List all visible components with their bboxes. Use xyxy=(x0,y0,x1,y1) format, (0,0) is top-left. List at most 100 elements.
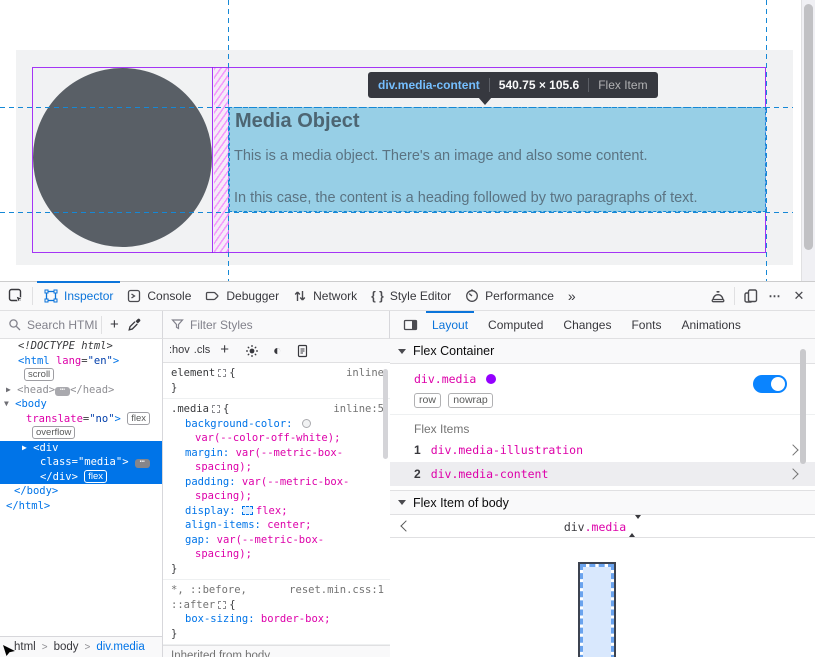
highlight-selector-icon[interactable] xyxy=(218,369,226,377)
highlight-selector-icon[interactable] xyxy=(212,405,220,413)
infobar-separator xyxy=(489,78,490,92)
flex-badge[interactable]: flex xyxy=(84,470,107,483)
node-html[interactable]: <html lang="en"> xyxy=(0,354,162,369)
selected-node-div-media[interactable]: ▶ <div class="media"> ⋯ </div> flex xyxy=(0,441,162,485)
declaration-align-items[interactable]: align-items: center; xyxy=(171,518,384,533)
light-theme-sim-icon[interactable] xyxy=(245,344,259,358)
dark-theme-sim-icon[interactable]: ◐ xyxy=(273,343,281,358)
more-tabs-button[interactable]: » xyxy=(561,282,583,311)
add-rule-button[interactable]: + xyxy=(214,343,235,358)
inspector-icon xyxy=(44,289,58,303)
flex-wrap-badge: nowrap xyxy=(448,393,492,408)
class-toggle-button[interactable]: .cls xyxy=(194,343,211,358)
node-body[interactable]: ▼ <body xyxy=(0,397,162,412)
layout-scrollbar-thumb[interactable] xyxy=(800,349,806,464)
sidebar-toggle-button[interactable] xyxy=(398,313,422,337)
pseudo-class-button[interactable]: :hov xyxy=(169,343,190,358)
flex-overlay-toggle[interactable] xyxy=(753,375,787,393)
tab-performance[interactable]: Performance xyxy=(458,282,561,311)
rule-media[interactable]: .media{ inline:5 background-color: var(-… xyxy=(163,399,390,580)
markup-search-bar: + xyxy=(0,311,163,339)
declaration-margin[interactable]: margin: var(--metric-box-spacing); xyxy=(171,446,384,475)
flex-item-row-2[interactable]: 2 div.media-content xyxy=(390,462,815,486)
responsive-design-mode-button[interactable] xyxy=(739,284,763,308)
add-node-button[interactable]: + xyxy=(106,316,123,333)
pick-element-button[interactable] xyxy=(4,284,28,308)
highlight-selector-icon[interactable] xyxy=(218,601,226,609)
search-html-input[interactable] xyxy=(27,318,97,332)
breadcrumb-div-media[interactable]: div.media xyxy=(96,641,144,653)
tab-label: Animations xyxy=(681,318,740,332)
color-swatch[interactable] xyxy=(302,419,311,428)
flex-container-section-header[interactable]: Flex Container xyxy=(390,339,815,364)
meatball-menu-button[interactable]: ⋯ xyxy=(763,284,787,308)
node-head[interactable]: ▶ <head>⋯</head> xyxy=(0,383,162,398)
rule-reset[interactable]: *, ::before, reset.min.css:1 ::after{ bo… xyxy=(163,580,390,645)
rule-element-style[interactable]: element{ inline } xyxy=(163,363,390,399)
tab-layout[interactable]: Layout xyxy=(422,311,478,339)
page-scrollbar[interactable] xyxy=(801,0,815,281)
rule-source-link[interactable]: reset.min.css:1 xyxy=(289,583,384,598)
rules-view: :hov .cls + ◐ element{ inline } .media{ … xyxy=(163,339,390,657)
flex-item-nav-row: div.media xyxy=(390,515,815,538)
tab-animations[interactable]: Animations xyxy=(671,311,750,339)
overlay-color-swatch[interactable] xyxy=(486,374,496,384)
tab-changes[interactable]: Changes xyxy=(553,311,621,339)
declaration-gap[interactable]: gap: var(--metric-box-spacing); xyxy=(171,533,384,562)
chevron-right-icon[interactable] xyxy=(787,444,798,455)
toolbar-divider xyxy=(101,316,102,334)
tab-inspector[interactable]: Inspector xyxy=(37,282,120,311)
sort-arrows-icon[interactable] xyxy=(629,519,641,533)
close-devtools-button[interactable]: ✕ xyxy=(787,284,811,308)
tab-label: Inspector xyxy=(64,289,113,303)
declaration-display[interactable]: display: flex; xyxy=(171,504,384,519)
ellipsis-badge[interactable]: ⋯ xyxy=(55,387,70,396)
rule-source-link[interactable]: inline xyxy=(346,366,384,381)
tab-label: Changes xyxy=(563,318,611,332)
guide-line-horizontal-bottom xyxy=(0,212,793,213)
flex-item-row-1[interactable]: 1 div.media-illustration xyxy=(390,438,815,462)
declaration-padding[interactable]: padding: var(--metric-box-spacing); xyxy=(171,475,384,504)
flex-badge[interactable]: flex xyxy=(127,412,150,425)
flex-direction-badge: row xyxy=(414,393,441,408)
mouse-cursor xyxy=(2,645,16,656)
section-title: Flex Container xyxy=(413,344,494,358)
toggle-knob xyxy=(771,377,785,391)
filter-styles-input[interactable] xyxy=(190,318,310,332)
node-body-attrs[interactable]: translate="no"> flex xyxy=(0,412,162,427)
declaration-background-color[interactable]: background-color: var(--color-off-white)… xyxy=(171,417,384,446)
rules-scrollbar-thumb[interactable] xyxy=(383,369,388,459)
flex-item-nav-selector[interactable]: div.media xyxy=(390,519,815,534)
eyedropper-icon[interactable] xyxy=(127,317,142,332)
tab-console[interactable]: Console xyxy=(120,282,198,311)
tab-fonts[interactable]: Fonts xyxy=(621,311,671,339)
flex-highlighter-toggle-icon[interactable] xyxy=(242,506,253,515)
infobar-separator xyxy=(588,78,589,92)
print-sim-icon[interactable] xyxy=(296,344,309,358)
breadcrumb-html[interactable]: html xyxy=(14,641,36,653)
tab-debugger[interactable]: Debugger xyxy=(198,282,286,311)
tab-computed[interactable]: Computed xyxy=(478,311,553,339)
overflow-badge[interactable]: overflow xyxy=(32,426,75,439)
rule-source-link[interactable]: inline:5 xyxy=(333,402,384,417)
expand-icon: ▶ xyxy=(22,443,27,452)
tab-label: Network xyxy=(313,289,357,303)
node-doctype: <!DOCTYPE html> xyxy=(0,339,162,354)
declaration-box-sizing[interactable]: box-sizing: border-box; xyxy=(171,612,384,627)
tab-style-editor[interactable]: { } Style Editor xyxy=(364,282,458,311)
style-editor-icon: { } xyxy=(371,289,384,303)
flex-container-selector[interactable]: div.media xyxy=(414,372,476,386)
tab-network[interactable]: Network xyxy=(286,282,364,311)
page-scrollbar-thumb[interactable] xyxy=(804,4,813,250)
ellipsis-badge[interactable]: ⋯ xyxy=(135,459,150,468)
chevron-right-icon[interactable] xyxy=(787,468,798,479)
flex-item-number: 1 xyxy=(414,443,421,457)
active-tab-indicator xyxy=(37,281,120,283)
flex-item-basis-area xyxy=(580,564,614,657)
screenshot-button[interactable] xyxy=(706,284,730,308)
flex-container-info: div.media row nowrap xyxy=(390,364,815,414)
breadcrumb-body[interactable]: body xyxy=(54,641,79,653)
flex-item-of-body-section-header[interactable]: Flex Item of body xyxy=(390,490,815,515)
breadcrumb-separator: > xyxy=(42,642,48,653)
tab-label: Debugger xyxy=(226,289,279,303)
